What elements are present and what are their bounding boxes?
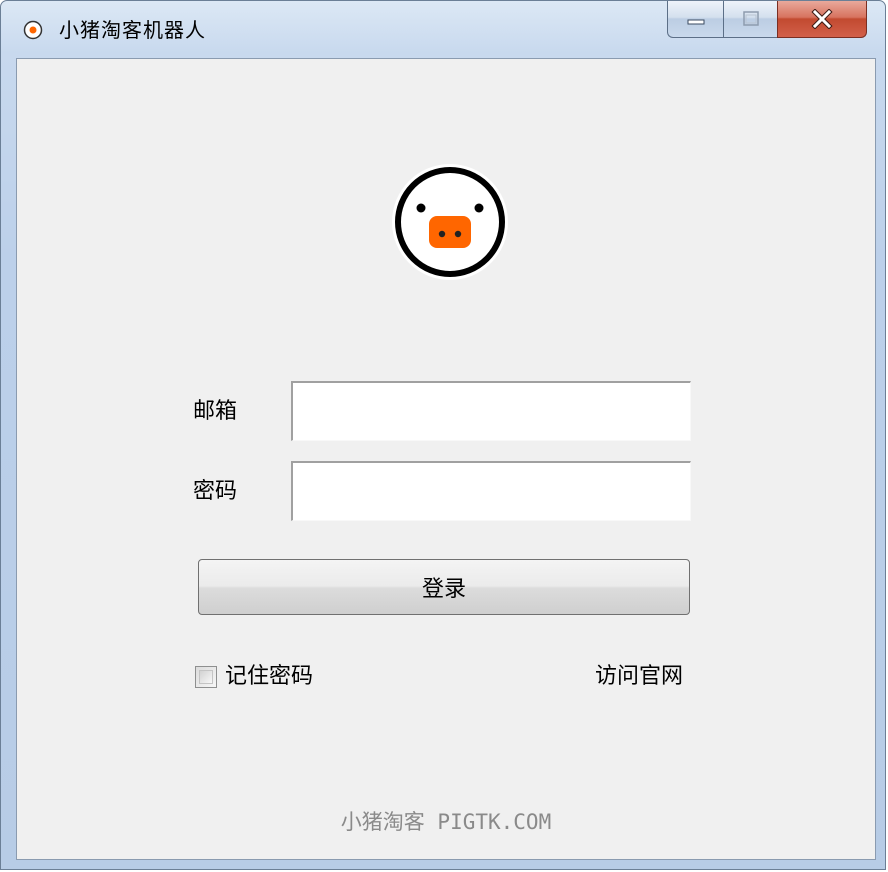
maximize-button[interactable] [723,1,777,38]
pig-face-logo [392,164,508,280]
email-label: 邮箱 [193,399,238,424]
login-button-label: 登录 [421,577,466,602]
password-label: 密码 [193,479,238,504]
window-title: 小猪淘客机器人 [59,18,206,42]
login-button[interactable]: 登录 [198,559,690,615]
close-icon [811,9,833,29]
maximize-icon [742,11,759,26]
caption-buttons [667,1,867,39]
remember-password[interactable]: 记住密码 [195,662,313,692]
close-button[interactable] [777,1,867,38]
password-field[interactable] [291,461,691,521]
visit-website-link[interactable]: 访问官网 [595,662,683,692]
app-window: 小猪淘客机器人 邮箱 密码 登录 记住密码 访问官网 小猪淘客 PIGTK.CO… [0,0,886,870]
email-field[interactable] [291,381,691,441]
minimize-button[interactable] [667,1,723,38]
app-icon [23,20,43,40]
remember-password-label[interactable]: 记住密码 [225,662,313,692]
remember-password-checkbox[interactable] [195,666,217,688]
footer-brand: 小猪淘客 PIGTK.COM [340,810,552,834]
title-bar[interactable]: 小猪淘客机器人 [1,1,885,57]
login-panel: 邮箱 密码 登录 记住密码 访问官网 小猪淘客 PIGTK.COM [16,58,876,860]
minimize-icon [687,19,704,25]
